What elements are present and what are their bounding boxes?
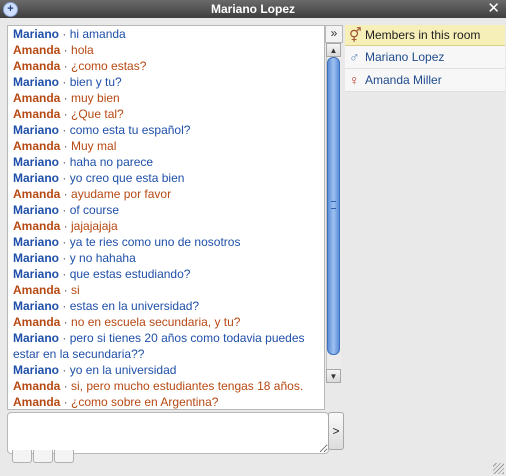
message-text: ¿como estas? — [71, 59, 147, 73]
message-text: jajajajaja — [71, 219, 118, 233]
message-sender: Mariano — [13, 155, 60, 169]
chat-message: Mariano · y no hahaha — [13, 251, 136, 265]
chat-message: Amanda · si, pero mucho estudiantes teng… — [13, 379, 304, 393]
scroll-up-icon[interactable]: ▲ — [326, 43, 341, 57]
message-sender: Mariano — [13, 123, 60, 137]
message-text: yo en la universidad — [69, 363, 177, 377]
message-sender: Amanda — [13, 315, 61, 329]
message-text: no en escuela secundaria, y tu? — [71, 315, 241, 329]
message-text: que estas estudiando? — [69, 267, 191, 281]
message-text: ya te ries como uno de nosotros — [69, 235, 241, 249]
message-sender: Amanda — [13, 283, 61, 297]
message-sender: Amanda — [13, 219, 61, 233]
message-sender: Amanda — [13, 91, 61, 105]
message-sender: Amanda — [13, 43, 61, 57]
resize-grip-icon[interactable] — [493, 463, 504, 474]
member-item-amanda[interactable]: ♀ Amanda Miller — [345, 69, 505, 92]
message-sender: Amanda — [13, 139, 61, 153]
message-text: hi amanda — [69, 27, 126, 41]
window-title: Mariano Lopez — [210, 2, 295, 16]
message-text: Muy mal — [71, 139, 117, 153]
message-sender: Amanda — [13, 187, 61, 201]
member-name: Amanda Miller — [365, 73, 442, 87]
members-header-label: Members in this room — [365, 28, 481, 42]
message-sender: Amanda — [13, 59, 61, 73]
message-sender: Mariano — [13, 251, 60, 265]
message-sender: Amanda — [13, 395, 61, 409]
message-sender: Mariano — [13, 27, 60, 41]
message-sender: Amanda — [13, 379, 61, 393]
gender-icon: ⚥ — [349, 27, 362, 43]
chat-message: Mariano · yo creo que esta bien — [13, 171, 185, 185]
chat-message: Amanda · ¿como sobre en Argentina? — [13, 395, 219, 409]
message-text: bien y tu? — [69, 75, 122, 89]
chat-message: Amanda · ¿Que tal? — [13, 107, 124, 121]
chat-log[interactable]: Mariano · hi amanda Amanda · hola Amanda ·… — [7, 25, 325, 410]
chat-message: Mariano · pero si tienes 20 años como to… — [13, 331, 305, 361]
message-sender: Mariano — [13, 299, 60, 313]
toggle-members-button[interactable]: » — [325, 25, 343, 43]
member-name: Mariano Lopez — [365, 50, 445, 64]
chat-message: Mariano · estas en la universidad? — [13, 299, 200, 313]
message-sender: Mariano — [13, 363, 60, 377]
message-text: muy bien — [71, 91, 120, 105]
message-sender: Mariano — [13, 203, 60, 217]
send-button[interactable]: > — [328, 412, 344, 450]
message-sender: Mariano — [13, 267, 60, 281]
members-panel: ⚥ Members in this room ♂ Mariano Lopez ♀… — [345, 25, 505, 92]
chat-message: Mariano · bien y tu? — [13, 75, 122, 89]
chat-message: Amanda · hola — [13, 43, 94, 57]
message-text: haha no parece — [69, 155, 154, 169]
chat-message: Mariano · of course — [13, 203, 120, 217]
chat-message: Amanda · si — [13, 283, 80, 297]
message-text: si — [71, 283, 80, 297]
toolbar-button[interactable] — [33, 450, 53, 463]
member-item-mariano[interactable]: ♂ Mariano Lopez — [345, 46, 505, 69]
chat-message: Mariano · ya te ries como uno de nosotro… — [13, 235, 241, 249]
chat-message: Mariano · haha no parece — [13, 155, 154, 169]
toolbar-button[interactable] — [54, 450, 74, 463]
message-sender: Mariano — [13, 75, 60, 89]
close-icon[interactable]: ✕ — [487, 0, 500, 18]
chat-message: Amanda · no en escuela secundaria, y tu? — [13, 315, 241, 329]
message-text: ayudame por favor — [71, 187, 172, 201]
message-sender: Mariano — [13, 235, 60, 249]
message-text: estas en la universidad? — [69, 299, 200, 313]
expand-icon[interactable]: + — [3, 2, 18, 17]
chat-message: Amanda · jajajajaja — [13, 219, 118, 233]
message-text: of course — [69, 203, 120, 217]
chat-message: Amanda · ayudame por favor — [13, 187, 172, 201]
chat-message: Amanda · Muy mal — [13, 139, 117, 153]
chat-message: Mariano · que estas estudiando? — [13, 267, 191, 281]
message-text: hola — [71, 43, 94, 57]
message-input[interactable] — [7, 412, 329, 454]
message-sender: Mariano — [13, 331, 60, 345]
chat-message: Amanda · ¿como estas? — [13, 59, 147, 73]
male-icon: ♂ — [349, 49, 360, 65]
message-text: si, pero mucho estudiantes tengas 18 año… — [71, 379, 304, 393]
window-titlebar: + Mariano Lopez ✕ — [0, 0, 506, 18]
message-sender: Amanda — [13, 107, 61, 121]
chat-message: Mariano · como esta tu español? — [13, 123, 191, 137]
members-header: ⚥ Members in this room — [345, 25, 505, 46]
message-sender: Mariano — [13, 171, 60, 185]
message-text: y no hahaha — [69, 251, 136, 265]
scroll-down-icon[interactable]: ▼ — [326, 369, 341, 383]
message-text: ¿como sobre en Argentina? — [71, 395, 219, 409]
female-icon: ♀ — [349, 72, 360, 88]
message-text: como esta tu español? — [69, 123, 191, 137]
chat-message: Mariano · yo en la universidad — [13, 363, 177, 377]
chat-message: Mariano · hi amanda — [13, 27, 126, 41]
message-text: ¿Que tal? — [71, 107, 124, 121]
toolbar-button[interactable] — [12, 450, 32, 463]
message-text: yo creo que esta bien — [69, 171, 185, 185]
chat-scrollbar[interactable]: ▲ ▼ — [326, 43, 341, 383]
scroll-thumb[interactable] — [327, 57, 340, 355]
chat-message: Amanda · muy bien — [13, 91, 120, 105]
